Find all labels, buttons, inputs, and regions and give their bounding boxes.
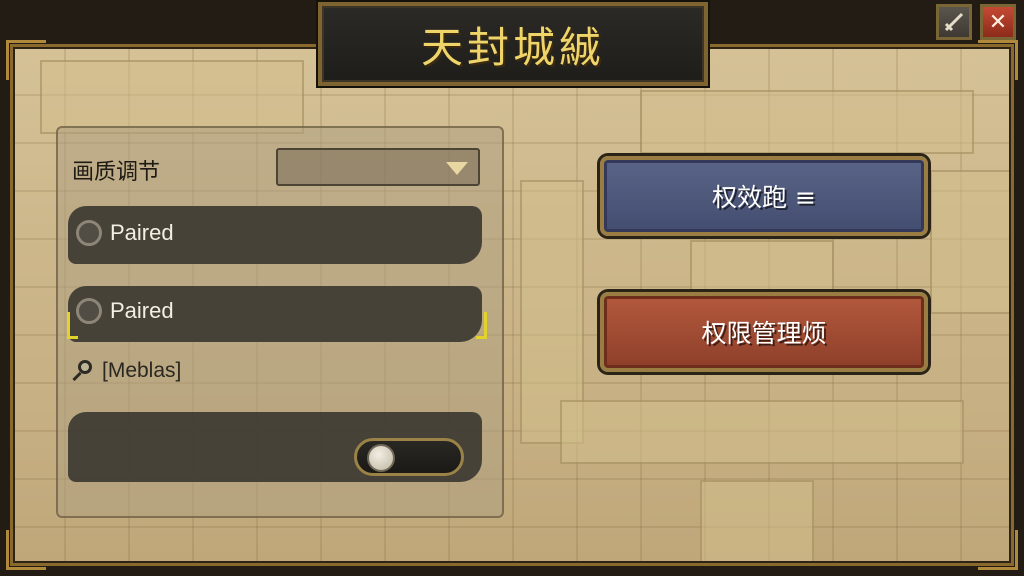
primary-action-button[interactable]: 权效跑 ≡ bbox=[600, 156, 928, 236]
close-icon: ✕ bbox=[988, 9, 1008, 35]
radio-option-1[interactable]: Paired bbox=[76, 220, 174, 246]
search-icon bbox=[70, 358, 96, 384]
radio-button[interactable] bbox=[76, 298, 102, 324]
secondary-action-button[interactable]: 权限管理烦 bbox=[600, 292, 928, 372]
bg-wall-block bbox=[700, 480, 814, 564]
close-button[interactable]: ✕ bbox=[980, 4, 1016, 40]
bg-pillar bbox=[930, 170, 1014, 314]
toggle-knob[interactable] bbox=[367, 444, 395, 472]
focus-bracket-right bbox=[476, 312, 487, 339]
bg-wall-block bbox=[40, 60, 304, 134]
chevron-down-icon bbox=[446, 162, 468, 175]
focus-bracket-left bbox=[67, 312, 78, 339]
radio-button[interactable] bbox=[76, 220, 102, 246]
sword-button[interactable] bbox=[936, 4, 972, 40]
search-label: [Meblas] bbox=[102, 359, 182, 382]
bg-wall-block bbox=[690, 240, 834, 294]
sword-icon bbox=[944, 12, 964, 32]
title-plaque: 天封城絾 bbox=[318, 2, 708, 86]
frame-corner-ornament bbox=[978, 40, 1018, 80]
radio-label: Paired bbox=[110, 220, 174, 245]
quality-label: 画质调节 bbox=[72, 160, 161, 185]
bg-wall-block bbox=[560, 400, 964, 464]
radio-option-2[interactable]: Paired bbox=[76, 298, 174, 324]
frame-corner-ornament bbox=[6, 530, 46, 570]
search-link[interactable]: [Meblas] bbox=[70, 358, 181, 384]
bg-wall-block bbox=[640, 90, 974, 154]
quality-dropdown[interactable] bbox=[276, 148, 480, 186]
radio-label: Paired bbox=[110, 298, 174, 323]
toggle-switch[interactable] bbox=[354, 438, 464, 476]
frame-corner-ornament bbox=[6, 40, 46, 80]
frame-corner-ornament bbox=[978, 530, 1018, 570]
window-title: 天封城絾 bbox=[420, 22, 605, 72]
